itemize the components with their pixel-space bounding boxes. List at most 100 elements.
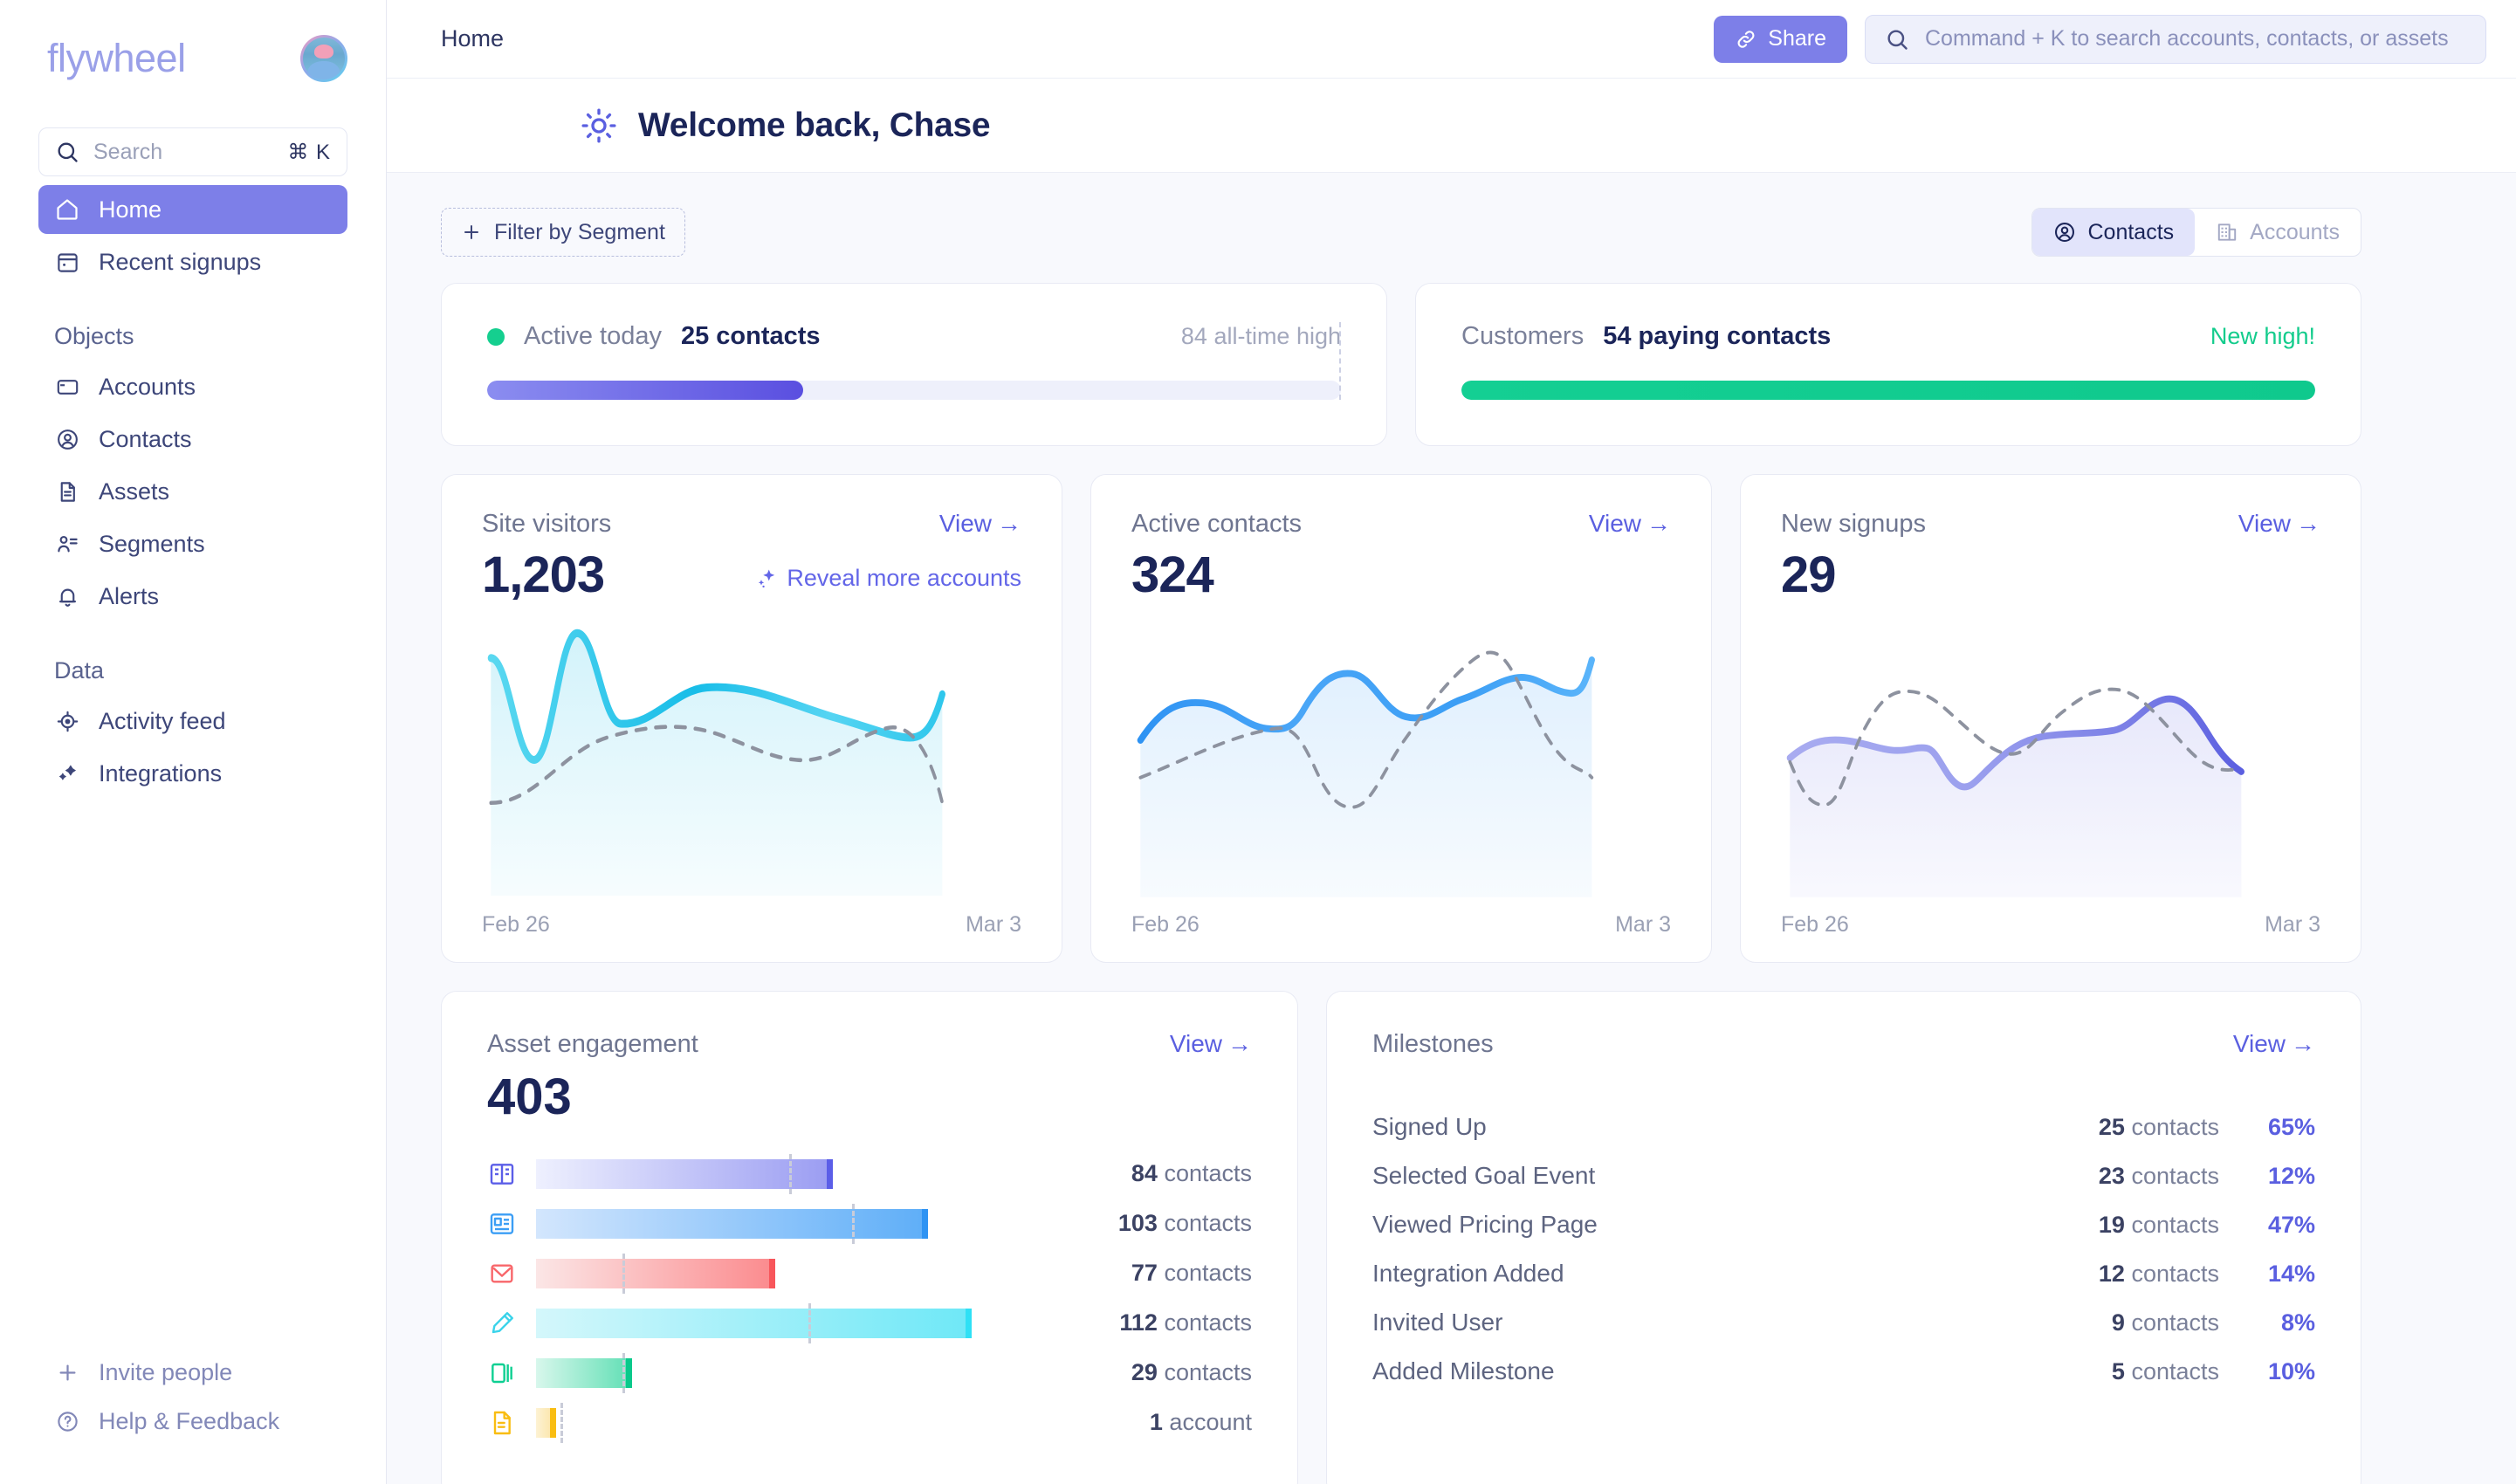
tab-contacts[interactable]: Contacts (2032, 209, 2195, 256)
milestone-count: 12 contacts (2099, 1261, 2219, 1288)
dashboard-content: Filter by Segment Contacts (387, 173, 2516, 1484)
active-today-note: 84 all-time high (1181, 323, 1341, 350)
tab-accounts[interactable]: Accounts (2195, 209, 2361, 256)
sparkle-diamond-icon (54, 760, 80, 787)
asset-row[interactable]: 29 contacts (487, 1348, 1252, 1398)
reveal-more-accounts-button[interactable]: Reveal more accounts (755, 565, 1021, 592)
sidebar-item-activity-feed[interactable]: Activity feed (38, 697, 347, 745)
sidebar-item-home[interactable]: Home (38, 185, 347, 234)
new-signups-sparkline (1781, 613, 2320, 907)
home-icon (54, 196, 80, 223)
milestone-row[interactable]: Added Milestone 5 contacts 10% (1372, 1347, 2315, 1396)
avatar-image (303, 38, 345, 79)
asset-bar-marker (622, 1254, 625, 1294)
filter-by-segment-button[interactable]: Filter by Segment (441, 208, 685, 257)
asset-row[interactable]: 112 contacts (487, 1298, 1252, 1348)
sidebar-item-assets[interactable]: Assets (38, 467, 347, 516)
calendar-icon (54, 249, 80, 275)
milestone-row[interactable]: Selected Goal Event 23 contacts 12% (1372, 1151, 2315, 1200)
question-circle-icon (54, 1408, 80, 1434)
sidebar-item-integrations-label: Integrations (99, 760, 222, 787)
site-visitors-value: 1,203 (482, 546, 604, 604)
asset-bar-track (536, 1159, 1014, 1189)
share-button[interactable]: Share (1714, 16, 1847, 63)
milestone-count: 5 contacts (2112, 1358, 2219, 1385)
asset-row[interactable]: 103 contacts (487, 1199, 1252, 1248)
reveal-more-accounts-label: Reveal more accounts (787, 565, 1021, 592)
asset-row[interactable]: 77 contacts (487, 1248, 1252, 1298)
command-search-placeholder: Command + K to search accounts, contacts… (1925, 26, 2449, 52)
bottom-card-row: Asset engagement View → 403 (441, 991, 2361, 1484)
new-signups-end-date: Mar 3 (2265, 912, 2320, 938)
milestone-row[interactable]: Signed Up 25 contacts 65% (1372, 1103, 2315, 1151)
asset-bar-track (536, 1408, 1014, 1438)
breadcrumb[interactable]: Home (441, 25, 504, 52)
asset-bar-marker (560, 1403, 563, 1443)
arrow-right-icon: → (2291, 1030, 2315, 1058)
milestone-row[interactable]: Invited User 9 contacts 8% (1372, 1298, 2315, 1347)
milestones-view-link[interactable]: View → (2233, 1030, 2315, 1058)
site-visitors-end-date: Mar 3 (966, 912, 1021, 938)
sidebar-item-contacts[interactable]: Contacts (38, 415, 347, 464)
sidebar-item-segments[interactable]: Segments (38, 519, 347, 568)
building-icon (2216, 221, 2238, 244)
sidebar-item-segments-label: Segments (99, 531, 205, 558)
active-contacts-view-link[interactable]: View → (1589, 510, 1671, 538)
asset-row-value: 112 contacts (1034, 1309, 1252, 1336)
milestone-name: Added Milestone (1372, 1357, 1555, 1385)
topbar-actions: Share Command + K to search accounts, co… (1714, 15, 2486, 64)
active-today-value: 25 contacts (681, 322, 821, 351)
page-title: Welcome back, Chase (638, 106, 990, 145)
active-contacts-title: Active contacts (1131, 510, 1302, 539)
active-today-progress-track (487, 381, 1341, 400)
command-search-input[interactable]: Command + K to search accounts, contacts… (1865, 15, 2486, 64)
active-contacts-sparkline (1131, 613, 1671, 907)
avatar[interactable] (300, 35, 347, 82)
active-today-card: Active today 25 contacts 84 all-time hig… (441, 283, 1387, 446)
sidebar-item-alerts-label: Alerts (99, 583, 159, 610)
sidebar-item-activity-feed-label: Activity feed (99, 708, 226, 735)
asset-row[interactable]: 1 account (487, 1398, 1252, 1447)
asset-row[interactable]: 84 contacts (487, 1149, 1252, 1199)
help-feedback-button[interactable]: Help & Feedback (38, 1397, 347, 1446)
asset-bar-fill (536, 1209, 928, 1239)
brand-row: flywheel (0, 0, 386, 87)
asset-bar-marker (852, 1204, 855, 1244)
site-visitors-view-link[interactable]: View → (939, 510, 1021, 538)
asset-row-value: 29 contacts (1034, 1359, 1252, 1386)
invite-people-label: Invite people (99, 1359, 232, 1386)
asset-engagement-view-link[interactable]: View → (1170, 1030, 1252, 1058)
milestone-count: 9 contacts (2112, 1309, 2219, 1336)
site-visitors-header: Site visitors View → (482, 510, 1021, 539)
user-circle-icon (54, 426, 80, 452)
sidebar-item-accounts[interactable]: Accounts (38, 362, 347, 411)
site-visitors-title: Site visitors (482, 510, 611, 539)
site-visitors-card: Site visitors View → 1,203 (441, 474, 1062, 963)
sparkline-card-row: Site visitors View → 1,203 (441, 474, 2361, 963)
target-icon (54, 708, 80, 734)
search-icon (1885, 27, 1909, 52)
site-visitors-value-row: 1,203 Reveal more accounts (482, 539, 1021, 604)
active-contacts-start-date: Feb 26 (1131, 912, 1200, 938)
sidebar-item-recent-signups[interactable]: Recent signups (38, 237, 347, 286)
active-contacts-dates: Feb 26 Mar 3 (1131, 907, 1671, 938)
asset-bar-fill (536, 1309, 972, 1338)
milestone-percent: 12% (2219, 1163, 2315, 1190)
new-signups-view-link[interactable]: View → (2238, 510, 2320, 538)
invite-people-button[interactable]: Invite people (38, 1348, 347, 1397)
sidebar-item-integrations[interactable]: Integrations (38, 749, 347, 798)
sidebar-search-input[interactable]: Search ⌘ K (38, 127, 347, 176)
sidebar-item-alerts[interactable]: Alerts (38, 572, 347, 621)
link-icon (1735, 28, 1757, 51)
app-root: flywheel Search ⌘ K Home (0, 0, 2516, 1484)
asset-row-value: 77 contacts (1034, 1260, 1252, 1287)
asset-bar-fill (536, 1408, 556, 1438)
milestone-row[interactable]: Viewed Pricing Page 19 contacts 47% (1372, 1200, 2315, 1249)
sidebar-item-accounts-label: Accounts (99, 374, 196, 401)
arrow-right-icon: → (2296, 510, 2320, 538)
main-area: Home Share (387, 0, 2516, 1484)
pen-icon (487, 1309, 517, 1338)
share-button-label: Share (1768, 26, 1826, 52)
milestone-row[interactable]: Integration Added 12 contacts 14% (1372, 1249, 2315, 1298)
asset-row-value: 103 contacts (1034, 1210, 1252, 1237)
